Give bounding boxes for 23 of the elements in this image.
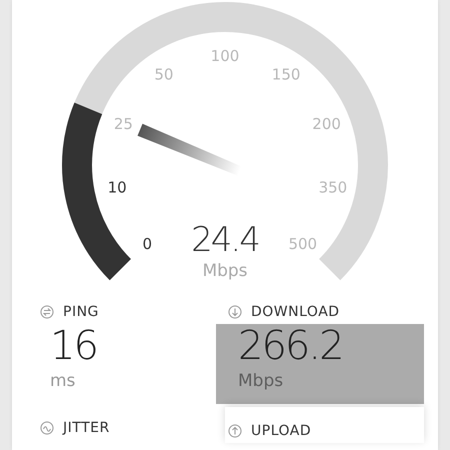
upload-icon — [228, 424, 242, 438]
stat-value: 266.2 — [238, 324, 344, 368]
stat-label: JITTER — [63, 420, 110, 436]
stat-label: DOWNLOAD — [251, 304, 340, 320]
tick-label: 200 — [312, 114, 341, 133]
speed-reading: 24.4 — [191, 220, 259, 260]
tick-label: 100 — [210, 47, 240, 65]
tick-label: 25 — [114, 114, 133, 133]
tick-label: 50 — [154, 66, 174, 84]
tick-label: 0 — [142, 234, 152, 253]
stat-unit: Mbps — [238, 370, 284, 393]
tick-label: 150 — [272, 66, 300, 84]
stat-value: 16 — [50, 324, 98, 368]
speed-unit: Mbps — [202, 261, 248, 281]
ping-icon — [40, 305, 54, 319]
stat-label: PING — [63, 304, 99, 320]
stat-unit: ms — [50, 370, 76, 393]
stat-label: UPLOAD — [251, 423, 312, 439]
wave-icon — [40, 421, 54, 435]
tick-label: 500 — [288, 234, 318, 253]
tick-label: 350 — [318, 178, 348, 196]
tick-label: 10 — [108, 178, 127, 196]
download-icon — [228, 305, 242, 319]
